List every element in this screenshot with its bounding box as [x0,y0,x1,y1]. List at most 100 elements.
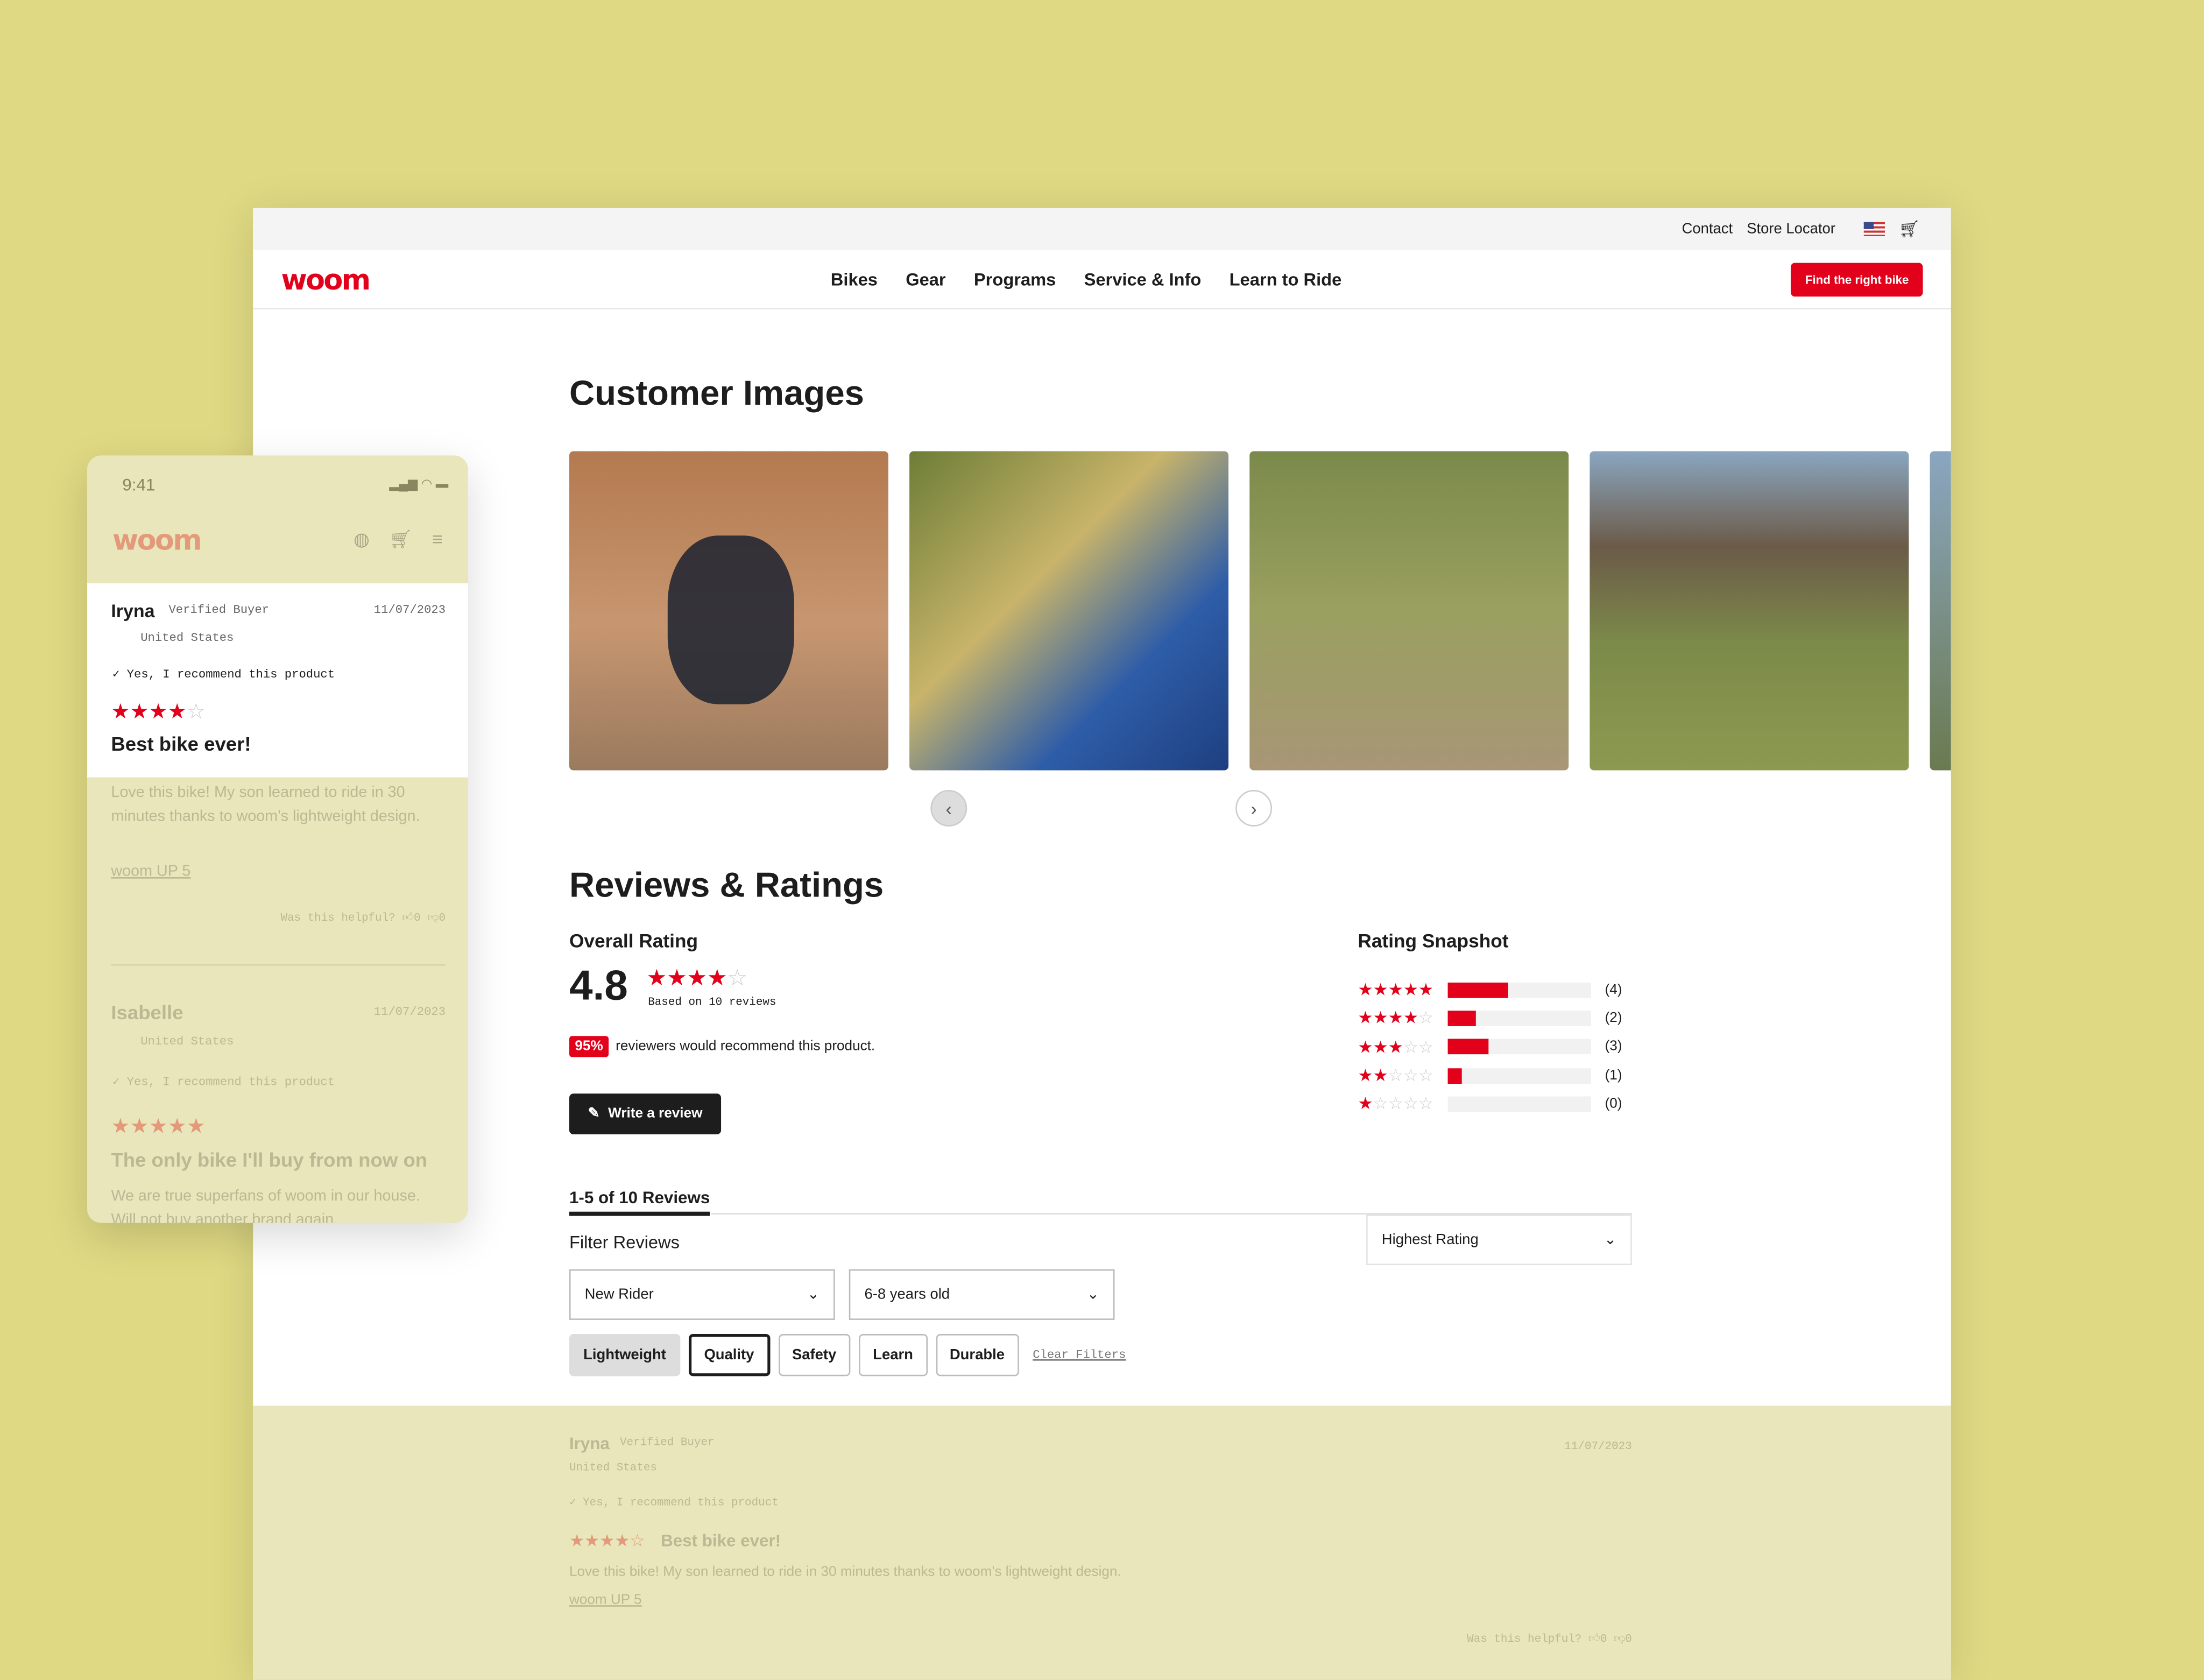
row-bar [1447,1096,1591,1112]
rating-snapshot: ★★★★★ (4) ★★★★☆ (2) ★★★☆☆ (3) ★★☆☆☆ (1) ★☆☆☆☆ (0) [1358,976,1622,1118]
find-bike-button[interactable]: Find the right bike [1791,262,1923,296]
rider-select[interactable]: New Rider ⌄ [569,1269,835,1320]
chip-durable[interactable]: Durable [935,1333,1019,1377]
helpful-row: Was this helpful? 👍︎0 👎︎0 [1467,1633,1632,1646]
cart-icon[interactable]: 🛒︎ [1898,220,1920,239]
thumbs-down-icon[interactable]: 👎︎ [1614,1633,1625,1646]
customer-photo[interactable] [1590,451,1909,771]
snapshot-row[interactable]: ★★★☆☆ (3) [1358,1033,1622,1061]
row-count: (2) [1605,1011,1622,1026]
down-count: 0 [439,912,446,925]
mobile-logo: woom [112,523,202,557]
review-stars: ★★★★★ [111,1114,206,1139]
row-stars: ★★☆☆☆ [1358,1065,1433,1085]
row-count: (3) [1605,1039,1622,1055]
overall-score: 4.8 [569,963,628,1010]
chevron-right-icon: › [1251,797,1257,819]
cart-icon[interactable]: 🛒︎ [389,528,412,551]
nav-learn-to-ride[interactable]: Learn to Ride [1230,269,1342,289]
review-list-faded: Iryna Verified Buyer 11/07/2023 United S… [253,1406,1951,1680]
nav-programs[interactable]: Programs [974,269,1056,289]
chip-quality[interactable]: Quality [688,1333,770,1377]
carousel-prev-button[interactable]: ‹ [930,790,967,827]
helpful-label: Was this helpful? [1467,1633,1582,1646]
row-stars: ★★★★☆ [1358,1008,1433,1028]
write-review-button[interactable]: ✎ Write a review [569,1093,722,1135]
menu-icon[interactable]: ≡ [432,528,443,551]
customer-photo[interactable] [1930,451,1951,771]
verified-badge: Verified Buyer [168,603,270,617]
thumbs-down-icon[interactable]: 👎︎ [427,912,439,925]
review-stars: ★★★★☆ [569,1530,645,1551]
sort-select[interactable]: Highest Rating ⌄ [1366,1214,1632,1265]
contact-link[interactable]: Contact [1682,221,1733,237]
carousel-next-button[interactable]: › [1235,790,1273,827]
image-carousel [569,451,1951,771]
chevron-down-icon: ⌄ [807,1286,820,1303]
up-count: 0 [1600,1633,1607,1646]
us-flag-icon[interactable] [1863,222,1885,236]
reviews-title: Reviews & Ratings [569,866,884,906]
browser-window: Contact Store Locator 🛒︎ woom Bikes Gear… [253,208,1951,1680]
recommend-text: Yes, I recommend this product [126,1075,335,1090]
nav-service-info[interactable]: Service & Info [1084,269,1202,289]
sort-value: Highest Rating [1381,1231,1479,1248]
row-stars: ★★★☆☆ [1358,1037,1433,1057]
row-count: (0) [1605,1096,1622,1112]
utility-bar: Contact Store Locator 🛒︎ [253,208,1951,250]
review-stars: ★★★★☆ [111,700,206,724]
customer-photo[interactable] [569,451,888,771]
product-link[interactable]: woom UP 5 [111,863,190,880]
customer-photo[interactable] [1249,451,1569,771]
snapshot-row[interactable]: ★☆☆☆☆ (0) [1358,1090,1622,1118]
status-time: 9:41 [122,475,156,495]
woom-logo[interactable]: woom [281,262,371,296]
recommend-text: reviewers would recommend this product. [616,1039,875,1055]
row-bar [1447,1011,1591,1026]
status-icons: ▂▄▆ ◠ ▬ [389,476,449,491]
filter-reviews-label: Filter Reviews [569,1232,680,1253]
divider [111,964,446,966]
chip-safety[interactable]: Safety [778,1333,851,1377]
tab-reviews[interactable]: 1-5 of 10 Reviews [569,1188,710,1216]
reviewer-name: Iryna [569,1434,610,1454]
snapshot-row[interactable]: ★★☆☆☆ (1) [1358,1061,1622,1090]
rider-value: New Rider [584,1286,654,1303]
row-bar [1447,982,1591,998]
thumbs-up-icon[interactable]: 👍︎ [1588,1633,1600,1646]
reviewer-country: United States [140,1034,234,1049]
nav-bikes[interactable]: Bikes [831,269,878,289]
review-date: 11/07/2023 [373,1005,446,1019]
row-bar [1447,1068,1591,1083]
row-stars: ★☆☆☆☆ [1358,1094,1433,1114]
store-locator-link[interactable]: Store Locator [1747,221,1835,237]
product-link[interactable]: woom UP 5 [569,1593,642,1608]
edit-icon: ✎ [588,1106,600,1122]
row-bar-fill [1447,1039,1489,1055]
snapshot-row[interactable]: ★★★★☆ (2) [1358,1004,1622,1033]
chip-learn[interactable]: Learn [859,1333,928,1377]
recommend-badge: 95% [569,1036,609,1057]
nav-gear[interactable]: Gear [906,269,945,289]
row-count: (4) [1605,982,1622,998]
thumbs-up-icon[interactable]: 👍︎ [402,912,414,925]
helpful-label: Was this helpful? [280,912,395,925]
main-nav: woom Bikes Gear Programs Service & Info … [253,250,1951,309]
row-count: (1) [1605,1068,1622,1083]
up-count: 0 [414,912,421,925]
recommend-text: Yes, I recommend this product [583,1497,779,1510]
age-select[interactable]: 6-8 years old ⌄ [849,1269,1115,1320]
clear-filters-link[interactable]: Clear Filters [1033,1348,1126,1362]
review-body: Love this bike! My son learned to ride i… [569,1564,1121,1580]
review-body: Love this bike! My son learned to ride i… [111,784,420,825]
chip-lightweight[interactable]: Lightweight [569,1333,681,1377]
chevron-down-icon: ⌄ [1604,1231,1617,1248]
review-date: 11/07/2023 [1564,1441,1632,1454]
mobile-review-highlight: Iryna Verified Buyer 11/07/2023 United S… [87,583,468,778]
snapshot-row[interactable]: ★★★★★ (4) [1358,976,1622,1004]
customer-photo[interactable] [909,451,1229,771]
globe-icon[interactable]: ◍ [354,528,370,551]
review-title: The only bike I'll buy from now on [111,1148,428,1171]
rating-snapshot-label: Rating Snapshot [1358,930,1509,952]
row-bar-fill [1447,982,1508,998]
